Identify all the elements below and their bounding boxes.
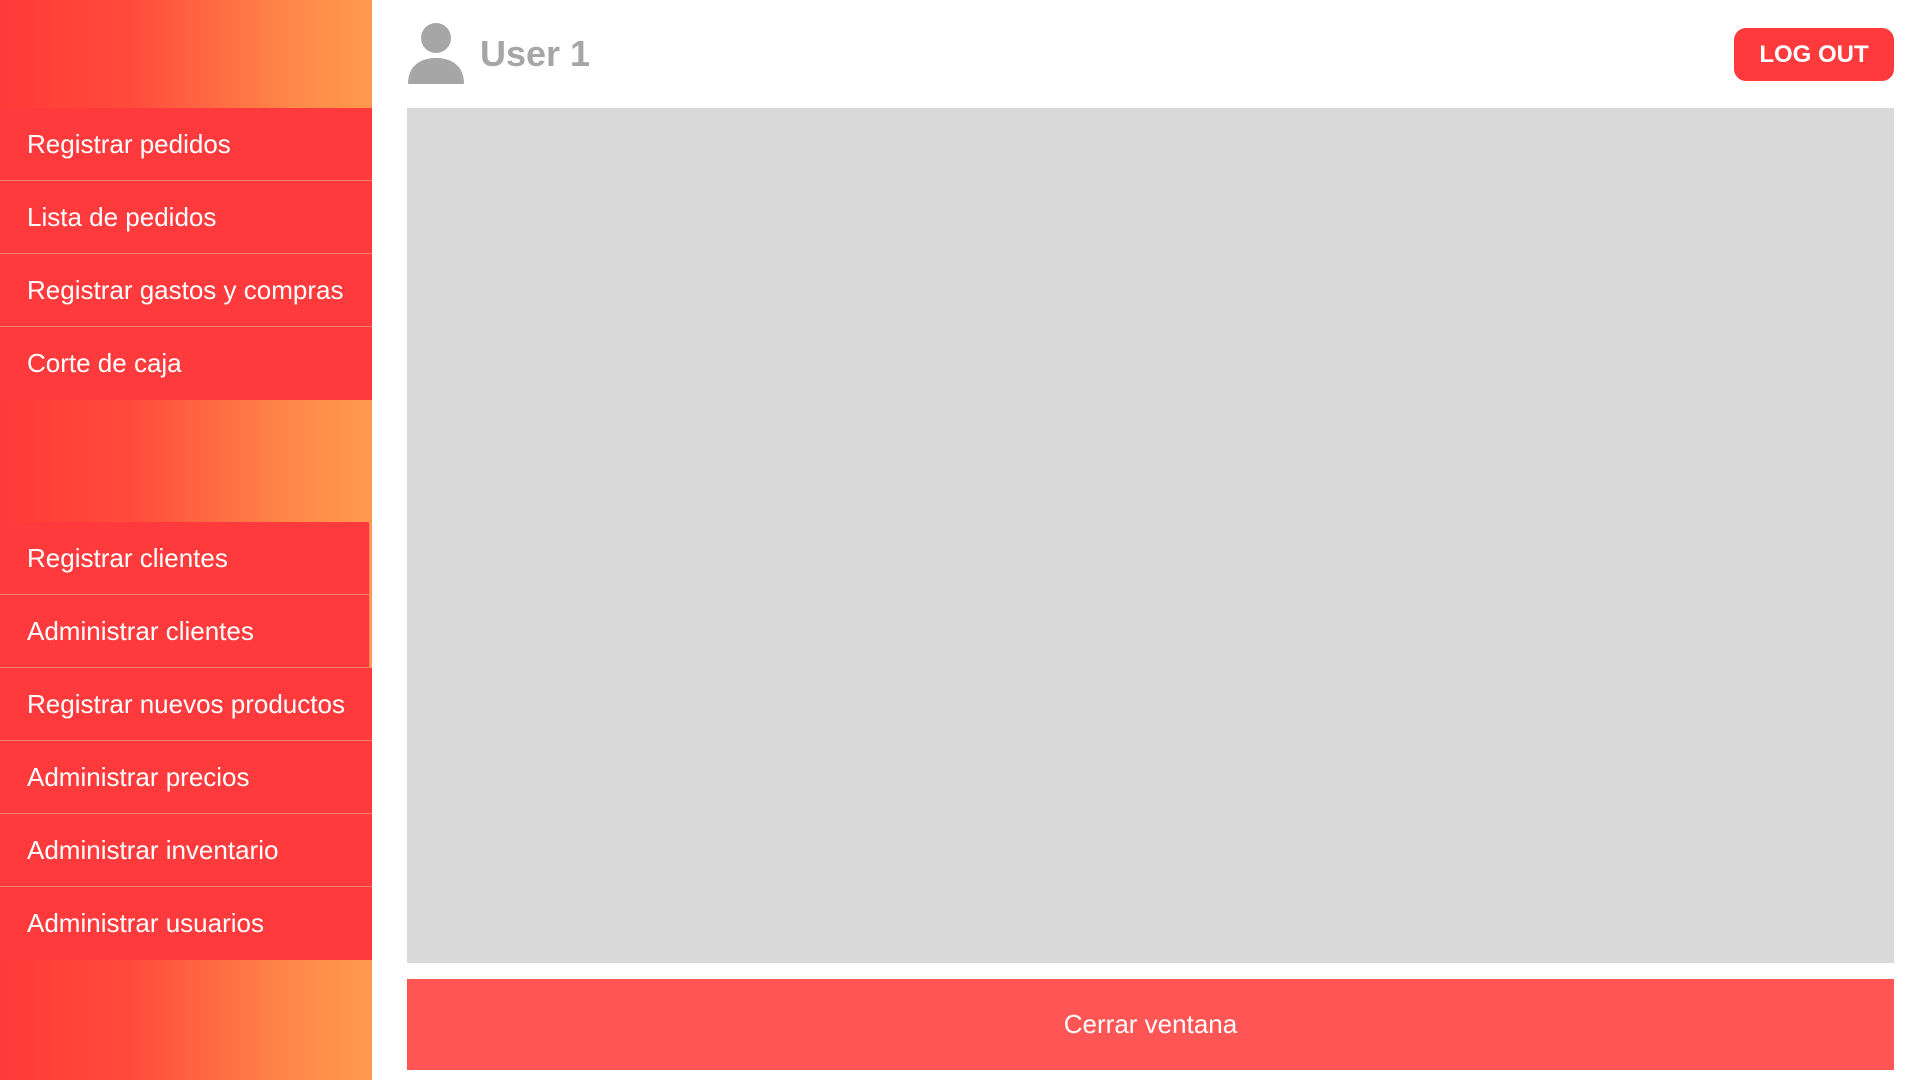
- sidebar-item-administrar-inventario[interactable]: Administrar inventario: [0, 814, 372, 887]
- sidebar-group-admin: Registrar clientes Administrar clientes …: [0, 522, 372, 960]
- user-icon: [406, 22, 466, 86]
- sidebar-item-registrar-productos[interactable]: Registrar nuevos productos: [0, 668, 372, 741]
- sidebar-item-lista-pedidos[interactable]: Lista de pedidos: [0, 181, 372, 254]
- logout-button[interactable]: LOG OUT: [1734, 28, 1894, 81]
- app-window: Registrar pedidos Lista de pedidos Regis…: [0, 0, 1920, 1080]
- sidebar-item-administrar-clientes[interactable]: Administrar clientes: [0, 595, 370, 668]
- close-window-button[interactable]: Cerrar ventana: [407, 979, 1894, 1070]
- sidebar-item-registrar-gastos[interactable]: Registrar gastos y compras: [0, 254, 372, 327]
- sidebar-group-orders: Registrar pedidos Lista de pedidos Regis…: [0, 108, 372, 400]
- sidebar-item-administrar-precios[interactable]: Administrar precios: [0, 741, 372, 814]
- sidebar-item-registrar-clientes[interactable]: Registrar clientes: [0, 522, 370, 595]
- content-panel: [407, 108, 1894, 963]
- sidebar-item-registrar-pedidos[interactable]: Registrar pedidos: [0, 108, 372, 181]
- user-name: User 1: [480, 33, 591, 74]
- sidebar-item-administrar-usuarios[interactable]: Administrar usuarios: [0, 887, 372, 960]
- sidebar-item-corte-caja[interactable]: Corte de caja: [0, 327, 372, 400]
- sidebar: Registrar pedidos Lista de pedidos Regis…: [0, 0, 372, 1080]
- top-header: User 1 LOG OUT: [372, 0, 1920, 108]
